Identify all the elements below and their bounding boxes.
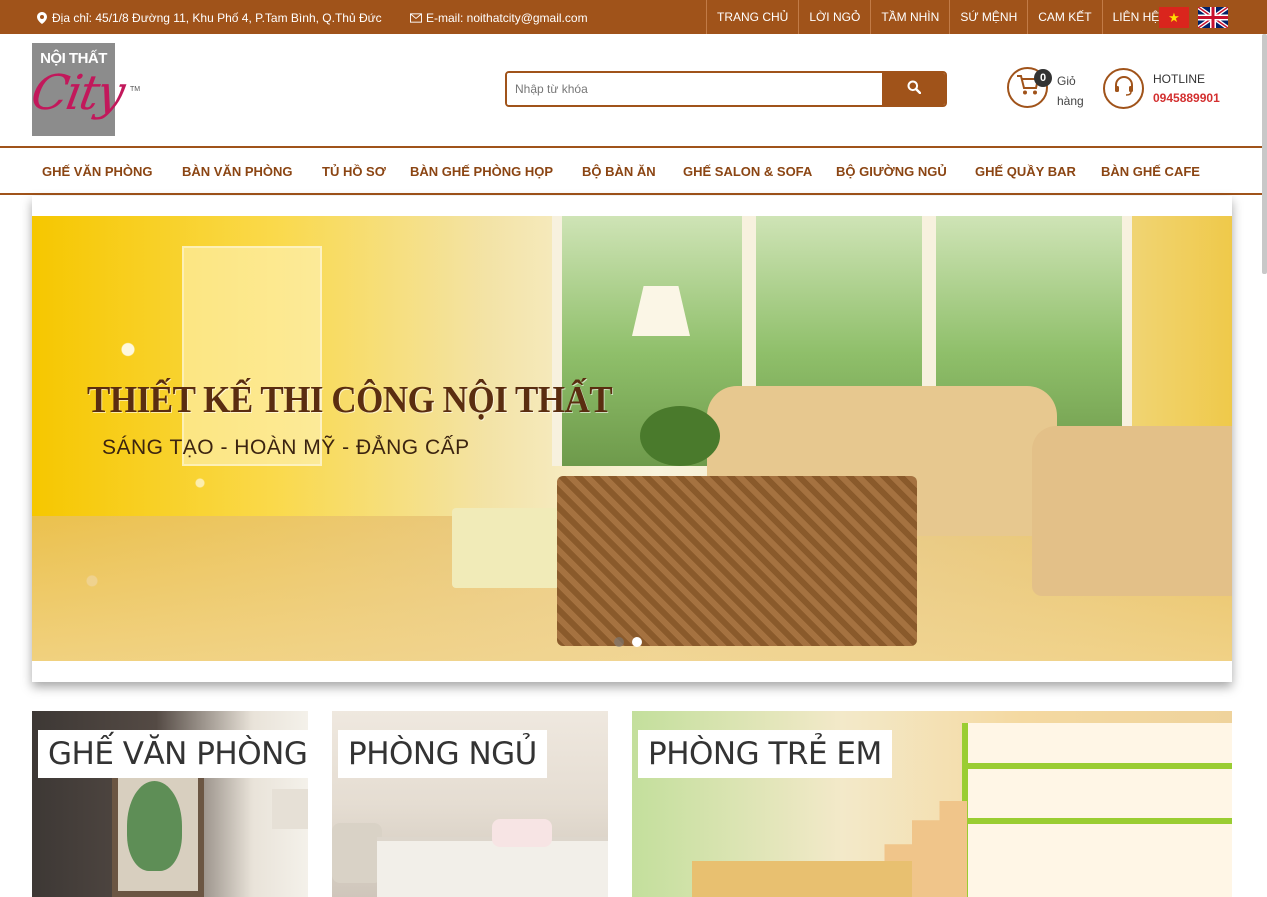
- banner-cabinet-graphic: [182, 246, 322, 466]
- main-nav: GHẾ VĂN PHÒNG BÀN VĂN PHÒNG TỦ HỒ SƠ BÀN…: [0, 146, 1267, 195]
- top-bar: Địa chỉ: 45/1/8 Đường 11, Khu Phố 4, P.T…: [0, 0, 1267, 34]
- headset-icon: [1113, 75, 1135, 102]
- topnav-item-cam-ket[interactable]: CAM KẾT: [1027, 0, 1101, 34]
- hotline-circle: [1103, 68, 1144, 109]
- mainnav-item-ban-van-phong[interactable]: BÀN VĂN PHÒNG: [182, 164, 293, 179]
- tile-shelf-graphic: [962, 723, 1232, 897]
- vietnam-flag-icon[interactable]: ★: [1159, 7, 1189, 28]
- category-tile-ghe-van-phong[interactable]: GHẾ VĂN PHÒNG: [32, 711, 308, 897]
- email[interactable]: E-mail: noithatcity@gmail.com: [410, 11, 588, 25]
- uk-flag-icon[interactable]: [1198, 7, 1228, 28]
- mainnav-item-ghe-van-phong[interactable]: GHẾ VĂN PHÒNG: [42, 164, 153, 179]
- slider-dot-1[interactable]: [614, 637, 624, 647]
- slider-dot-2[interactable]: [632, 637, 642, 647]
- cart-count-badge: 0: [1034, 69, 1052, 87]
- tile-lamp-graphic: [272, 789, 308, 829]
- tile-parrot-graphic: [127, 781, 182, 871]
- banner-slide[interactable]: THIẾT KẾ THI CÔNG NỘI THẤT SÁNG TẠO - HO…: [32, 216, 1232, 661]
- logo-script-text: City: [27, 65, 128, 121]
- hotline-number: 0945889901: [1153, 91, 1220, 105]
- cart-button[interactable]: 0 Giỏ hàng: [1007, 67, 1097, 111]
- mainnav-item-ghe-quay-bar[interactable]: GHẾ QUẦY BAR: [975, 164, 1076, 179]
- hotline-label: HOTLINE: [1153, 72, 1206, 86]
- map-marker-icon: [36, 12, 48, 24]
- category-tile-phong-tre-em[interactable]: PHÒNG TRẺ EM: [632, 711, 1232, 897]
- envelope-icon: [410, 12, 422, 24]
- banner-plant-graphic: [640, 406, 720, 466]
- logo[interactable]: NỘI THẤT City TM: [27, 43, 142, 137]
- slider-dots: [614, 637, 642, 647]
- mainnav-item-ghe-salon-sofa[interactable]: GHẾ SALON & SOFA: [683, 164, 812, 179]
- category-tile-phong-ngu[interactable]: PHÒNG NGỦ: [332, 711, 608, 897]
- topnav-item-su-menh[interactable]: SỨ MỆNH: [949, 0, 1027, 34]
- tile-pillow-graphic: [492, 819, 552, 847]
- banner-ottoman-graphic: [452, 508, 562, 588]
- page: Địa chỉ: 45/1/8 Đường 11, Khu Phố 4, P.T…: [0, 0, 1267, 897]
- search-input[interactable]: [507, 73, 882, 105]
- search-button[interactable]: [882, 73, 945, 105]
- tile-bed-graphic: [377, 837, 608, 897]
- mainnav-item-tu-ho-so[interactable]: TỦ HỒ SƠ: [322, 164, 386, 179]
- header: NỘI THẤT City TM 0 Giỏ hàng: [0, 34, 1267, 146]
- category-label: GHẾ VĂN PHÒNG: [38, 730, 308, 778]
- topnav-item-tam-nhin[interactable]: TẦM NHÌN: [870, 0, 949, 34]
- banner-armchair-graphic: [1032, 426, 1232, 596]
- address-text: Địa chỉ: 45/1/8 Đường 11, Khu Phố 4, P.T…: [52, 11, 382, 25]
- top-nav: TRANG CHỦ LỜI NGỎ TẦM NHÌN SỨ MỆNH CAM K…: [706, 0, 1169, 34]
- banner-title: THIẾT KẾ THI CÔNG NỘI THẤT: [87, 379, 613, 421]
- scrollbar[interactable]: [1262, 34, 1267, 274]
- category-label: PHÒNG NGỦ: [338, 730, 547, 778]
- category-label: PHÒNG TRẺ EM: [638, 730, 892, 778]
- tile-chair-graphic: [332, 823, 382, 883]
- banner-slider: THIẾT KẾ THI CÔNG NỘI THẤT SÁNG TẠO - HO…: [32, 196, 1232, 682]
- language-switcher: ★: [1159, 7, 1228, 28]
- mainnav-item-bo-ban-an[interactable]: BỘ BÀN ĂN: [582, 164, 656, 179]
- search-bar: [505, 71, 947, 107]
- mainnav-item-ban-ghe-cafe[interactable]: BÀN GHẾ CAFE: [1101, 164, 1200, 179]
- tile-bed-graphic: [692, 861, 912, 897]
- topnav-item-trang-chu[interactable]: TRANG CHỦ: [706, 0, 798, 34]
- mainnav-item-bo-giuong-ngu[interactable]: BỘ GIƯỜNG NGỦ: [836, 164, 947, 179]
- hotline[interactable]: HOTLINE 0945889901: [1103, 68, 1233, 112]
- email-text: E-mail: noithatcity@gmail.com: [426, 11, 588, 25]
- logo-trademark: TM: [130, 86, 141, 93]
- topnav-item-loi-ngo[interactable]: LỜI NGỎ: [798, 0, 870, 34]
- address: Địa chỉ: 45/1/8 Đường 11, Khu Phố 4, P.T…: [36, 11, 382, 25]
- cart-label: Giỏ hàng: [1057, 74, 1084, 108]
- banner-table-graphic: [557, 476, 917, 646]
- mainnav-item-ban-ghe-phong-hop[interactable]: BÀN GHẾ PHÒNG HỌP: [410, 164, 553, 179]
- banner-subtitle: SÁNG TẠO - HOÀN MỸ - ĐẲNG CẤP: [102, 436, 470, 459]
- search-icon: [907, 80, 921, 99]
